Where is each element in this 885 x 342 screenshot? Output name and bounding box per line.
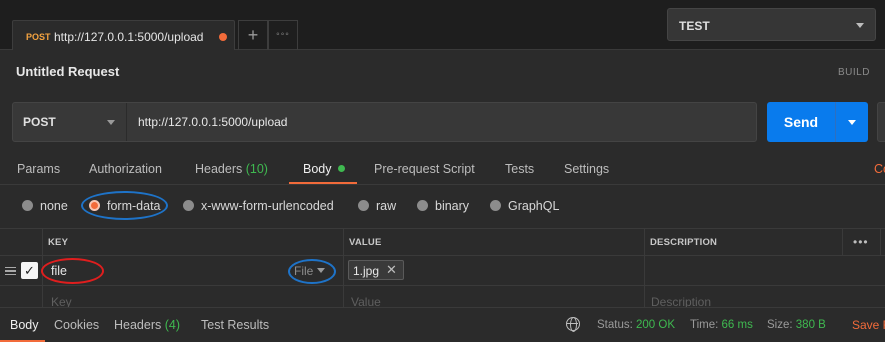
radio-label: form-data xyxy=(107,199,161,213)
size-value: 380 B xyxy=(795,319,826,331)
size-label: Size: xyxy=(767,319,793,331)
tab-body[interactable]: Body xyxy=(303,162,345,176)
request-tab[interactable]: POST http://127.0.0.1:5000/upload xyxy=(12,20,235,50)
file-chip: 1.jpg ✕ xyxy=(348,260,404,280)
cookies-link[interactable]: Co xyxy=(874,162,885,176)
tab-params[interactable]: Params xyxy=(17,162,60,176)
table-header-row: KEY VALUE DESCRIPTION ••• xyxy=(0,228,885,256)
top-tab-bar: POST http://127.0.0.1:5000/upload + ◦◦◦ … xyxy=(0,0,885,50)
environment-select[interactable]: TEST xyxy=(667,8,876,41)
tab-url-label: http://127.0.0.1:5000/upload xyxy=(54,30,204,44)
headers-count: (10) xyxy=(245,162,268,176)
response-tab-cookies[interactable]: Cookies xyxy=(54,318,99,332)
tab-prerequest-script[interactable]: Pre-request Script xyxy=(374,162,475,176)
tab-settings[interactable]: Settings xyxy=(564,162,609,176)
response-bar: Body Cookies Headers (4) Test Results St… xyxy=(0,307,885,342)
column-divider xyxy=(880,228,881,256)
request-title[interactable]: Untitled Request xyxy=(16,64,119,79)
radio-checked-icon xyxy=(89,200,100,211)
chevron-down-icon xyxy=(848,120,856,125)
radio-dot-icon xyxy=(22,200,33,211)
time-label: Time: xyxy=(690,319,719,331)
form-data-table: KEY VALUE DESCRIPTION ••• ✓ file File 1.… xyxy=(0,228,885,314)
radio-label: raw xyxy=(376,199,397,213)
method-select[interactable]: POST xyxy=(13,103,127,141)
send-button[interactable]: Send xyxy=(767,102,868,142)
response-tab-test-results[interactable]: Test Results xyxy=(201,318,269,332)
build-label[interactable]: BUILD xyxy=(838,67,870,78)
file-name: 1.jpg xyxy=(353,264,380,278)
row-key-input[interactable]: file xyxy=(51,264,67,278)
radio-label: GraphQL xyxy=(508,199,560,213)
chevron-down-icon xyxy=(317,268,326,273)
save-response-button[interactable]: Save R xyxy=(852,318,885,332)
tab-headers[interactable]: Headers (10) xyxy=(195,162,268,176)
radio-label: binary xyxy=(435,199,470,213)
response-tab-body[interactable]: Body xyxy=(10,318,39,332)
more-options-icon[interactable]: ••• xyxy=(853,235,869,249)
table-row: ✓ file File 1.jpg ✕ xyxy=(0,256,885,286)
chevron-down-icon xyxy=(107,120,115,125)
tab-tests[interactable]: Tests xyxy=(505,162,534,176)
send-options-button[interactable] xyxy=(835,102,868,142)
tab-headers-label: Headers xyxy=(195,162,243,176)
url-bar: POST xyxy=(12,102,757,142)
key-type-select[interactable]: File xyxy=(294,264,326,278)
radio-dot-icon xyxy=(358,200,369,211)
url-input[interactable] xyxy=(128,103,754,141)
tab-body-label: Body xyxy=(303,162,332,176)
tab-method-label: POST xyxy=(26,32,51,42)
remove-file-icon[interactable]: ✕ xyxy=(386,262,397,278)
send-label: Send xyxy=(783,114,819,130)
radio-label: x-www-form-urlencoded xyxy=(201,199,334,213)
new-tab-plus-icon[interactable]: + xyxy=(238,20,268,50)
drag-handle-icon[interactable] xyxy=(5,267,16,275)
status-readout: Status: 200 OK xyxy=(597,319,675,331)
save-button[interactable] xyxy=(877,102,885,142)
tab-authorization[interactable]: Authorization xyxy=(89,162,162,176)
status-label: Status: xyxy=(597,319,633,331)
unsaved-dot-icon xyxy=(219,33,227,41)
radio-dot-icon xyxy=(490,200,501,211)
response-headers-count: (4) xyxy=(164,318,181,332)
method-label: POST xyxy=(23,115,56,129)
response-tab-headers-label: Headers xyxy=(114,318,162,332)
active-tab-underline xyxy=(289,182,357,184)
column-header-key: KEY xyxy=(48,237,69,248)
key-type-label: File xyxy=(294,264,314,278)
body-active-dot-icon xyxy=(337,165,345,172)
environment-label: TEST xyxy=(679,19,710,33)
radio-label: none xyxy=(40,199,68,213)
column-divider xyxy=(842,228,843,256)
size-readout: Size: 380 B xyxy=(767,319,826,331)
row-enabled-checkbox[interactable]: ✓ xyxy=(21,262,38,279)
globe-icon[interactable] xyxy=(566,317,580,332)
response-tab-headers[interactable]: Headers (4) xyxy=(114,318,180,332)
radio-dot-icon xyxy=(183,200,194,211)
chevron-down-icon xyxy=(856,23,864,28)
column-header-description: DESCRIPTION xyxy=(650,237,718,248)
status-value: 200 OK xyxy=(636,319,676,331)
radio-dot-icon xyxy=(417,200,428,211)
request-subtabs: Params Authorization Headers (10) Body P… xyxy=(0,152,885,185)
time-readout: Time: 66 ms xyxy=(690,319,753,331)
column-header-value: VALUE xyxy=(349,237,382,248)
tab-more-icon[interactable]: ◦◦◦ xyxy=(268,20,298,50)
time-value: 66 ms xyxy=(721,319,753,331)
